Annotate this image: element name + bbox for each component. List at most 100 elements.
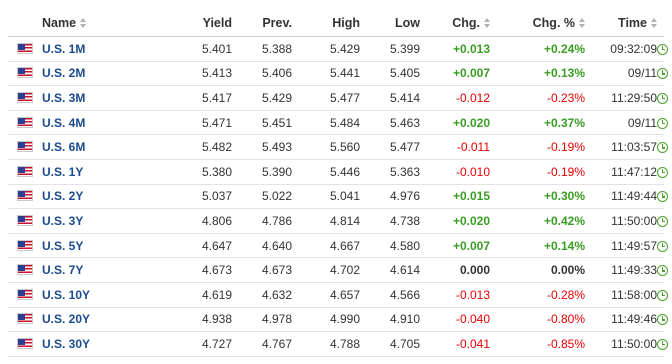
table-row[interactable]: U.S. 2Y 5.037 5.022 5.041 4.976 +0.015 +0.30% 1… <box>8 184 668 210</box>
yield-cell: 5.401 <box>142 36 232 62</box>
us-flag-icon <box>17 214 33 226</box>
instrument-name-cell: U.S. 3M <box>42 85 142 111</box>
prev-cell: 4.673 <box>232 257 292 283</box>
instrument-name-link[interactable]: U.S. 20Y <box>42 312 90 326</box>
table-row[interactable]: U.S. 7Y 4.673 4.673 4.702 4.614 0.000 0.00% 11:… <box>8 257 668 283</box>
time-cell: 11:49:44 <box>585 184 657 210</box>
chg-cell: -0.010 <box>420 159 490 185</box>
instrument-name-link[interactable]: U.S. 1M <box>42 42 85 56</box>
clock-icon <box>657 142 668 154</box>
status-cell <box>657 134 668 160</box>
instrument-name-link[interactable]: U.S. 10Y <box>42 288 90 302</box>
table-row[interactable]: U.S. 10Y 4.619 4.632 4.657 4.566 -0.013 -0.28%… <box>8 282 668 308</box>
chg-cell: -0.012 <box>420 85 490 111</box>
instrument-name-cell: U.S. 3Y <box>42 208 142 234</box>
table-row[interactable]: U.S. 1M 5.401 5.388 5.429 5.399 +0.013 +0.24% 0… <box>8 36 668 62</box>
table-row[interactable]: U.S. 30Y 4.727 4.767 4.788 4.705 -0.041 -0.85%… <box>8 331 668 357</box>
sort-arrows-icon[interactable] <box>579 18 585 28</box>
chg-pct-cell: +0.14% <box>490 233 585 259</box>
column-header-chg[interactable]: Chg. <box>420 10 490 37</box>
yield-cell: 4.619 <box>142 282 232 308</box>
us-flag-icon <box>17 91 33 103</box>
instrument-name-link[interactable]: U.S. 7Y <box>42 263 83 277</box>
sort-arrows-icon[interactable] <box>80 18 87 28</box>
column-header-time[interactable]: Time <box>585 10 657 37</box>
table-row[interactable]: U.S. 5Y 4.647 4.640 4.667 4.580 +0.007 +0.14% 1… <box>8 233 668 259</box>
table-row[interactable]: U.S. 6M 5.482 5.493 5.560 5.477 -0.011 -0.19% 1… <box>8 134 668 160</box>
us-flag-icon <box>17 239 33 251</box>
chg-cell: +0.007 <box>420 61 490 87</box>
column-header-prev[interactable]: Prev. <box>232 10 292 37</box>
chg-cell: +0.020 <box>420 208 490 234</box>
clock-icon <box>657 265 668 277</box>
prev-cell: 4.786 <box>232 208 292 234</box>
prev-cell: 4.767 <box>232 331 292 357</box>
table-row[interactable]: U.S. 4M 5.471 5.451 5.484 5.463 +0.020 +0.37% 0… <box>8 110 668 136</box>
chg-pct-cell: -0.23% <box>490 85 585 111</box>
column-header-chg-pct[interactable]: Chg. % <box>490 10 585 37</box>
time-cell: 09/11 <box>585 61 657 87</box>
sort-arrows-icon[interactable] <box>651 18 657 28</box>
column-header-low[interactable]: Low <box>360 10 420 37</box>
clock-icon <box>657 338 668 350</box>
table-row[interactable]: U.S. 3M 5.417 5.429 5.477 5.414 -0.012 -0.23% 1… <box>8 85 668 111</box>
status-cell <box>657 61 668 87</box>
instrument-name-link[interactable]: U.S. 3Y <box>42 214 83 228</box>
flag-cell <box>8 282 42 308</box>
low-cell: 4.614 <box>360 257 420 283</box>
sort-arrows-icon[interactable] <box>484 18 490 28</box>
instrument-name-link[interactable]: U.S. 5Y <box>42 239 83 253</box>
prev-cell: 5.390 <box>232 159 292 185</box>
clock-icon <box>657 43 668 55</box>
instrument-name-link[interactable]: U.S. 2Y <box>42 189 83 203</box>
time-cell: 11:49:46 <box>585 307 657 333</box>
instrument-name-link[interactable]: U.S. 6M <box>42 140 85 154</box>
us-flag-icon <box>17 42 33 54</box>
us-flag-icon <box>17 141 33 153</box>
prev-cell: 4.632 <box>232 282 292 308</box>
status-cell <box>657 208 668 234</box>
table-row[interactable]: U.S. 3Y 4.806 4.786 4.814 4.738 +0.020 +0.42% 1… <box>8 208 668 234</box>
instrument-name-link[interactable]: U.S. 3M <box>42 91 85 105</box>
time-cell: 11:50:00 <box>585 331 657 357</box>
instrument-name-cell: U.S. 7Y <box>42 257 142 283</box>
status-cell <box>657 257 668 283</box>
chg-pct-cell: +0.42% <box>490 208 585 234</box>
time-cell: 09/11 <box>585 110 657 136</box>
chg-pct-cell: +0.37% <box>490 110 585 136</box>
chg-pct-cell: -0.19% <box>490 134 585 160</box>
clock-icon <box>657 314 668 326</box>
table-row[interactable]: U.S. 2M 5.413 5.406 5.441 5.405 +0.007 +0.13% 0… <box>8 61 668 87</box>
column-header-yield[interactable]: Yield <box>142 10 232 37</box>
table-row[interactable]: U.S. 1Y 5.380 5.390 5.446 5.363 -0.010 -0.19% 1… <box>8 159 668 185</box>
prev-cell: 4.978 <box>232 307 292 333</box>
high-cell: 5.484 <box>292 110 360 136</box>
prev-cell: 5.493 <box>232 134 292 160</box>
flag-cell <box>8 257 42 283</box>
column-header-high[interactable]: High <box>292 10 360 37</box>
time-cell: 11:29:50 <box>585 85 657 111</box>
chg-cell: +0.013 <box>420 36 490 62</box>
instrument-name-link[interactable]: U.S. 4M <box>42 116 85 130</box>
flag-cell <box>8 307 42 333</box>
chg-cell: -0.041 <box>420 331 490 357</box>
low-cell: 4.705 <box>360 331 420 357</box>
flag-cell <box>8 85 42 111</box>
us-flag-icon <box>17 190 33 202</box>
instrument-name-link[interactable]: U.S. 30Y <box>42 337 90 351</box>
column-header-name[interactable]: Name <box>42 10 142 37</box>
chg-pct-cell: 0.00% <box>490 257 585 283</box>
instrument-name-link[interactable]: U.S. 1Y <box>42 165 83 179</box>
us-flag-icon <box>17 116 33 128</box>
us-flag-icon <box>17 165 33 177</box>
us-flag-icon <box>17 67 33 79</box>
high-cell: 5.446 <box>292 159 360 185</box>
time-cell: 09:32:09 <box>585 36 657 62</box>
yield-cell: 5.482 <box>142 134 232 160</box>
high-cell: 5.429 <box>292 36 360 62</box>
table-row[interactable]: U.S. 20Y 4.938 4.978 4.990 4.910 -0.040 -0.80%… <box>8 307 668 333</box>
clock-icon <box>657 191 668 203</box>
high-cell: 4.667 <box>292 233 360 259</box>
instrument-name-link[interactable]: U.S. 2M <box>42 66 85 80</box>
yield-cell: 4.673 <box>142 257 232 283</box>
